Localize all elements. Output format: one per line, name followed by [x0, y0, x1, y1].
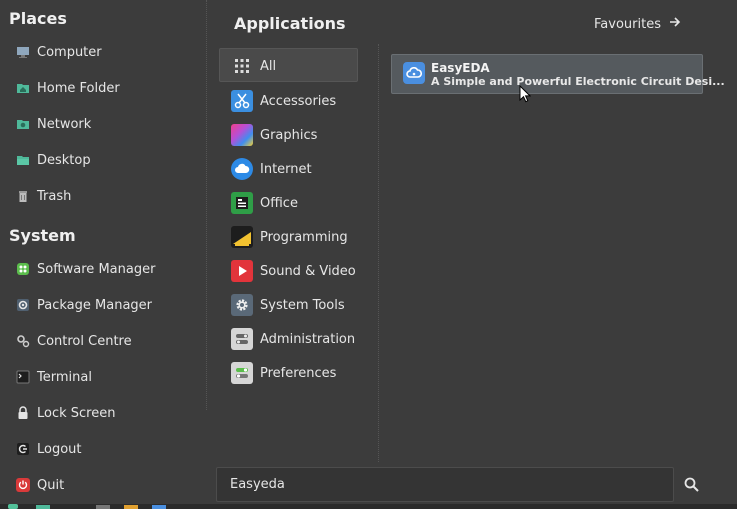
places-item-label: Home Folder [37, 80, 120, 96]
category-label: Internet [260, 161, 312, 177]
programming-icon [231, 226, 253, 248]
system-item-package-manager[interactable]: Package Manager [16, 292, 152, 318]
play-icon [231, 260, 253, 282]
category-label: Accessories [260, 93, 337, 109]
home-folder-icon [16, 81, 30, 95]
app-description: A Simple and Powerful Electronic Circuit… [431, 75, 725, 88]
places-title: Places [9, 9, 67, 28]
category-system-tools[interactable]: System Tools [231, 290, 345, 320]
taskbar-app-icon[interactable] [152, 505, 166, 509]
favourites-button[interactable]: Favourites [594, 14, 681, 34]
taskbar-app-icon[interactable] [96, 505, 110, 509]
network-folder-icon [16, 117, 30, 131]
cloud-icon [231, 158, 253, 180]
category-programming[interactable]: Programming [231, 222, 348, 252]
places-item-label: Trash [37, 188, 72, 204]
category-label: Sound & Video [260, 263, 356, 279]
computer-icon [16, 45, 30, 59]
category-graphics[interactable]: Graphics [231, 120, 317, 150]
taskbar-app-icon[interactable] [124, 505, 138, 509]
mouse-cursor-icon [519, 84, 532, 107]
category-label: Graphics [260, 127, 318, 143]
system-item-label: Control Centre [37, 333, 132, 349]
category-label: All [260, 58, 277, 74]
system-item-control-centre[interactable]: Control Centre [16, 328, 132, 354]
category-label: System Tools [260, 297, 345, 313]
app-name: EasyEDA [431, 61, 490, 75]
places-item-label: Computer [37, 44, 102, 60]
category-label: Preferences [260, 365, 337, 381]
package-manager-icon [16, 298, 30, 312]
places-item-label: Desktop [37, 152, 91, 168]
arrow-right-icon [669, 16, 681, 32]
taskbar-strip [0, 504, 737, 509]
system-item-label: Quit [37, 477, 65, 493]
system-item-label: Terminal [37, 369, 92, 385]
office-icon [231, 192, 253, 214]
system-item-label: Package Manager [37, 297, 153, 313]
applications-title: Applications [234, 14, 346, 33]
places-item-trash[interactable]: Trash [16, 183, 71, 209]
scissors-icon [231, 90, 253, 112]
software-manager-icon [16, 262, 30, 276]
places-item-network[interactable]: Network [16, 111, 91, 137]
system-item-label: Lock Screen [37, 405, 116, 421]
category-accessories[interactable]: Accessories [231, 86, 336, 116]
places-item-home-folder[interactable]: Home Folder [16, 75, 120, 101]
category-office[interactable]: Office [231, 188, 298, 218]
category-sound-video[interactable]: Sound & Video [231, 256, 356, 286]
category-internet[interactable]: Internet [231, 154, 312, 184]
category-administration[interactable]: Administration [231, 324, 355, 354]
toggles-icon [231, 362, 253, 384]
category-preferences[interactable]: Preferences [231, 358, 336, 388]
category-label: Administration [260, 331, 356, 347]
system-item-label: Logout [37, 441, 82, 457]
category-label: Programming [260, 229, 348, 245]
search-icon[interactable] [684, 477, 699, 496]
control-centre-icon [16, 334, 30, 348]
terminal-icon [16, 370, 30, 384]
desktop-folder-icon [16, 153, 30, 167]
taskbar-app-icon[interactable] [36, 505, 50, 509]
system-item-lock-screen[interactable]: Lock Screen [16, 400, 115, 426]
categories-separator [378, 44, 379, 462]
trash-icon [16, 189, 30, 203]
places-item-label: Network [37, 116, 92, 132]
system-item-label: Software Manager [37, 261, 156, 277]
system-item-software-manager[interactable]: Software Manager [16, 256, 155, 282]
palette-icon [231, 124, 253, 146]
search-text: Easyeda [230, 477, 285, 492]
gear-icon [231, 294, 253, 316]
category-all[interactable]: All [231, 51, 276, 81]
system-title: System [9, 226, 76, 245]
places-item-computer[interactable]: Computer [16, 39, 102, 65]
lock-icon [16, 406, 30, 420]
admin-icon [231, 328, 253, 350]
system-item-terminal[interactable]: Terminal [16, 364, 92, 390]
system-item-quit[interactable]: Quit [16, 472, 64, 498]
menu-launcher-icon[interactable] [8, 504, 18, 509]
system-item-logout[interactable]: Logout [16, 436, 82, 462]
grid-icon [231, 55, 253, 77]
logout-icon [16, 442, 30, 456]
power-icon [16, 478, 30, 492]
category-label: Office [260, 195, 298, 211]
easyeda-icon [403, 62, 425, 84]
places-item-desktop[interactable]: Desktop [16, 147, 91, 173]
places-separator [206, 0, 207, 410]
favourites-label: Favourites [594, 16, 661, 32]
